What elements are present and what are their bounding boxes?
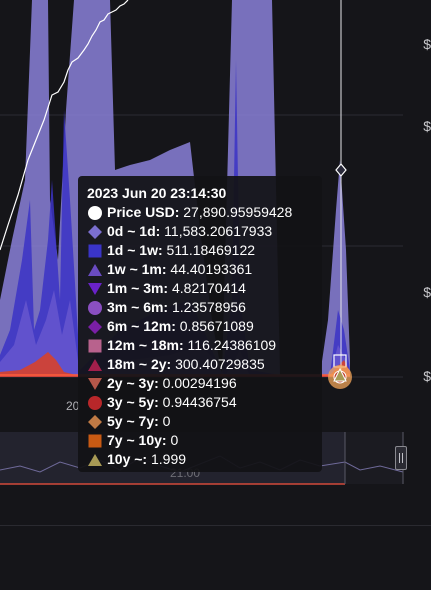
tooltip-series-value: 0.85671089 — [175, 318, 254, 334]
tooltip-series-name: 7y ~ 10y: — [107, 432, 167, 448]
tooltip-row: Price USD: 27,890.95959428 — [87, 203, 322, 222]
tooltip-series-name: 0d ~ 1d: — [107, 223, 161, 239]
tooltip-series-name: 12m ~ 18m: — [107, 337, 184, 353]
y-axis-label: $ — [423, 368, 431, 384]
tooltip-row: 0d ~ 1d: 11,583.20617933 — [87, 222, 322, 241]
tooltip-series-value: 44.40193361 — [166, 261, 253, 277]
divider — [0, 525, 431, 526]
tooltip-row: 12m ~ 18m: 116.24386109 — [87, 336, 322, 355]
tooltip-row: 3y ~ 5y: 0.94436754 — [87, 393, 322, 412]
tooltip-row: 18m ~ 2y: 300.40729835 — [87, 355, 322, 374]
tooltip-series-name: 5y ~ 7y: — [107, 413, 159, 429]
tooltip-series-value: 0.94436754 — [158, 394, 237, 410]
tooltip-series-name: 1m ~ 3m: — [107, 280, 169, 296]
tooltip-series-value: 4.82170414 — [168, 280, 246, 296]
tooltip-series-name: 18m ~ 2y: — [107, 356, 172, 372]
tooltip-series-value: 511.18469122 — [162, 242, 256, 258]
tooltip-series-value: 1.999 — [147, 451, 187, 467]
tooltip-series-name: 1d ~ 1w: — [107, 242, 163, 258]
tooltip-row: 3m ~ 6m: 1.23578956 — [87, 298, 322, 317]
circle-icon — [88, 300, 102, 315]
tooltip-series-name: 1w ~ 1m: — [107, 261, 167, 277]
triangle-down-icon — [88, 377, 102, 390]
tooltip-row: 10y ~: 1.999 — [87, 450, 322, 469]
tooltip-series-name: 2y ~ 3y: — [107, 375, 159, 391]
tooltip-row: 1d ~ 1w: 511.18469122 — [87, 241, 322, 260]
tooltip-row: 2y ~ 3y: 0.00294196 — [87, 374, 322, 393]
square-icon — [88, 244, 102, 257]
y-axis-label: $ — [423, 284, 431, 300]
triangle-icon — [88, 263, 102, 276]
tooltip-row: 5y ~ 7y: 0 — [87, 412, 322, 431]
tooltip-series-value: 1.23578956 — [168, 299, 246, 315]
tooltip-series-name: 6m ~ 12m: — [107, 318, 176, 334]
y-axis-label: $ — [423, 36, 431, 52]
hover-point-0d-1d — [335, 163, 347, 177]
navigator-scroll-handle[interactable] — [395, 446, 407, 470]
tooltip-series-value: 27,890.95959428 — [179, 204, 293, 220]
square-icon — [88, 339, 102, 352]
tooltip-series-value: 11,583.20617933 — [160, 223, 273, 239]
square-icon — [88, 434, 102, 447]
diamond-icon — [88, 319, 102, 334]
chart-tooltip: 2023 Jun 20 23:14:30 Price USD: 27,890.9… — [78, 176, 322, 472]
tooltip-series-value: 116.24386109 — [183, 337, 277, 353]
tooltip-series-name: 3y ~ 5y: — [107, 394, 159, 410]
tooltip-series-name: 3m ~ 6m: — [107, 299, 169, 315]
tooltip-rows: Price USD: 27,890.95959428 0d ~ 1d: 11,58… — [87, 203, 322, 469]
tooltip-row: 1w ~ 1m: 44.40193361 — [87, 260, 322, 279]
tooltip-series-value: 0 — [166, 432, 179, 448]
circle-icon — [88, 205, 102, 220]
tooltip-series-value: 300.40729835 — [171, 356, 265, 372]
triangle-down-icon — [88, 282, 102, 295]
tooltip-row: 7y ~ 10y: 0 — [87, 431, 322, 450]
diamond-icon — [88, 414, 102, 429]
tooltip-row: 6m ~ 12m: 0.85671089 — [87, 317, 322, 336]
tooltip-series-name: Price USD: — [107, 204, 180, 220]
tooltip-series-value: 0.00294196 — [158, 375, 237, 391]
tooltip-title: 2023 Jun 20 23:14:30 — [87, 185, 227, 201]
tooltip-row: 1m ~ 3m: 4.82170414 — [87, 279, 322, 298]
y-axis-label: $ — [423, 118, 431, 134]
triangle-icon — [88, 453, 102, 466]
diamond-icon — [88, 224, 102, 239]
circle-icon — [88, 395, 102, 410]
tooltip-series-name: 10y ~: — [107, 451, 148, 467]
tooltip-series-value: 0 — [158, 413, 171, 429]
triangle-icon — [88, 358, 102, 371]
